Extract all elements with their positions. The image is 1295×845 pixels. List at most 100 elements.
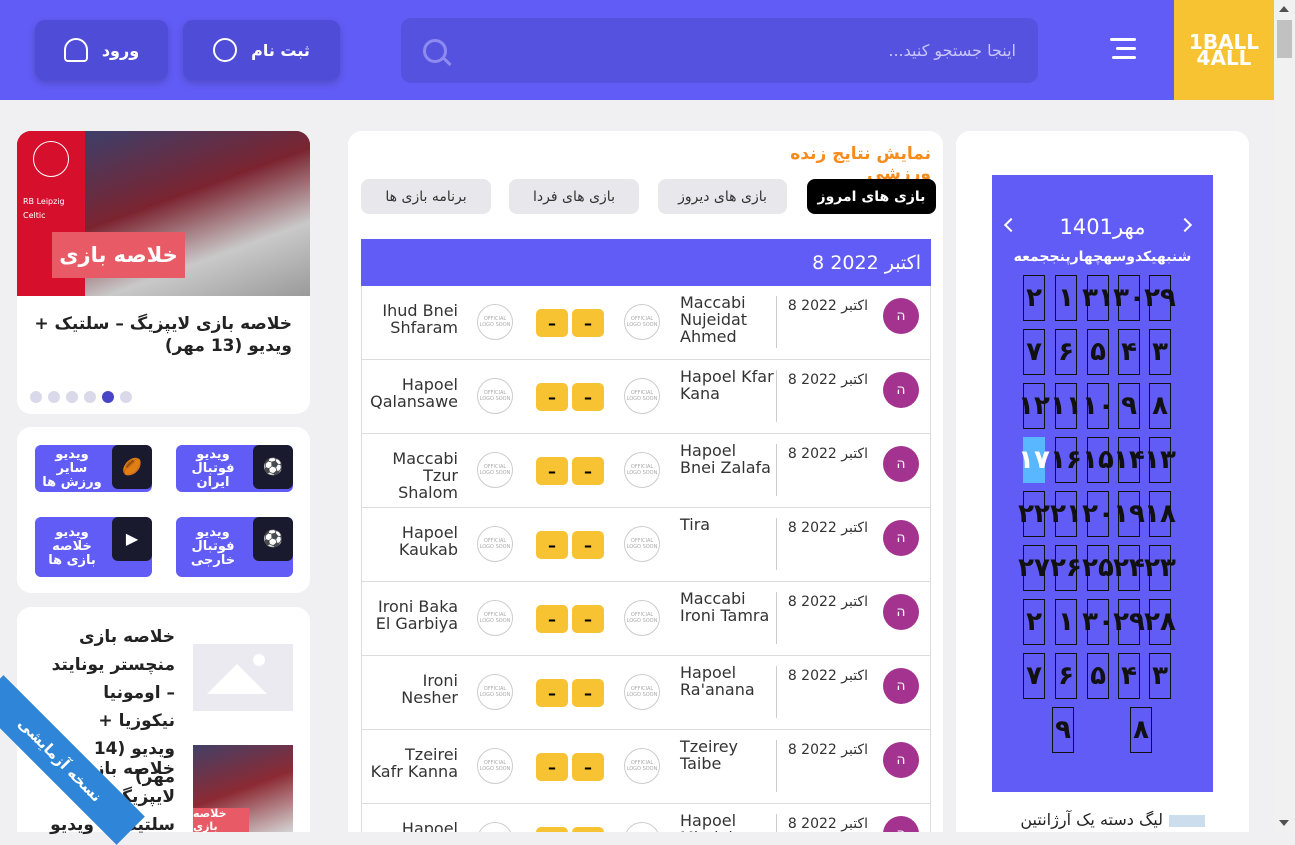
match-date: 8 اکتبر 2022 xyxy=(787,446,868,462)
search-icon[interactable] xyxy=(423,38,447,63)
football-icon: ⚽ xyxy=(253,517,293,561)
smile-plus-icon xyxy=(213,38,238,62)
slide-caption[interactable]: خلاصه بازی لایپزیگ – سلتیک + ویدیو (13 م… xyxy=(30,313,292,357)
match-row[interactable]: ה 8 اکتبر 2022 Tira OFFICIAL LOGO SOON –… xyxy=(362,508,930,582)
slider-dot[interactable] xyxy=(102,391,114,403)
calendar-day[interactable]: ۱ xyxy=(1055,599,1077,645)
results-title: نمایش نتایج زنده ورزشی xyxy=(790,144,931,184)
calendar-day[interactable]: ۲۹ xyxy=(1113,599,1145,645)
calendar-day[interactable]: ۱۰ xyxy=(1082,383,1114,429)
calendar-day[interactable]: ۲۰ xyxy=(1082,491,1114,537)
calendar-day[interactable]: ۸ xyxy=(1149,383,1171,429)
calendar-day[interactable]: ۲۶ xyxy=(1050,545,1082,591)
calendar-day[interactable]: ۹ xyxy=(1118,383,1140,429)
calendar-day[interactable]: ۷ xyxy=(1023,653,1045,699)
tab-yesterday[interactable]: بازی های دیروز xyxy=(658,179,787,214)
match-row[interactable]: ה 8 اکتبر 2022 Maccabi Ironi Tamra OFFIC… xyxy=(362,582,930,656)
calendar-day[interactable]: ۱۳ xyxy=(1144,437,1176,483)
calendar-day[interactable]: ۴ xyxy=(1118,653,1140,699)
slider-dot[interactable] xyxy=(66,391,78,403)
calendar-day[interactable]: ۳۰ xyxy=(1113,275,1145,321)
tab-tomorrow[interactable]: بازی های فردا xyxy=(509,179,639,214)
calendar-day[interactable]: ۲ xyxy=(1023,599,1045,645)
league-logo-icon xyxy=(1169,814,1205,827)
calendar-day[interactable]: ۷ xyxy=(1023,329,1045,375)
calendar-day[interactable]: ۱۷ xyxy=(1018,437,1050,483)
news-thumb-tag: خلاصه بازی xyxy=(193,807,249,833)
calendar-day[interactable]: ۵ xyxy=(1087,653,1109,699)
calendar-day[interactable]: ۹ xyxy=(1052,707,1074,753)
match-row[interactable]: ה 8 اکتبر 2022 Maccabi Nujeidat Ahmed OF… xyxy=(362,286,930,360)
calendar-day[interactable]: ۲۲ xyxy=(1018,491,1050,537)
scroll-down-icon[interactable] xyxy=(1279,820,1289,826)
row-divider xyxy=(776,444,777,496)
login-button[interactable]: ورود xyxy=(35,20,168,80)
match-row[interactable]: ה 8 اکتبر 2022 Tzeirey Taibe OFFICIAL LO… xyxy=(362,730,930,804)
calendar-day[interactable]: ۱۸ xyxy=(1144,491,1176,537)
home-score: – xyxy=(572,309,604,337)
calendar-day[interactable]: ۱۶ xyxy=(1050,437,1082,483)
calendar-day[interactable]: ۳۰ xyxy=(1082,599,1114,645)
ucl-logo-icon xyxy=(33,141,69,177)
scroll-thumb[interactable] xyxy=(1277,20,1292,58)
row-divider xyxy=(776,666,777,718)
video-category-button[interactable]: 🏉 ویدیو سایر ورزش ها xyxy=(35,445,152,492)
home-team-logo-icon: OFFICIAL LOGO SOON xyxy=(624,452,660,488)
video-category-button[interactable]: ⚽ ویدیو فوتبال خارجی xyxy=(176,517,293,577)
match-row[interactable]: ה 8 اکتبر 2022 Hapoel Bnei Zalafa OFFICI… xyxy=(362,434,930,508)
slider-dot[interactable] xyxy=(120,391,132,403)
match-date: 8 اکتبر 2022 xyxy=(787,816,868,832)
slider-dot[interactable] xyxy=(30,391,42,403)
calendar-day[interactable]: ۲۹ xyxy=(1144,275,1176,321)
calendar-day[interactable]: ۵ xyxy=(1087,329,1109,375)
calendar: 1401مهر شنبهیکدوسهچهارپنججمعه ۲۹ ۳۰ ۳۱ ۱ ۲ ۳ ۴… xyxy=(992,175,1213,792)
league-logo-icon: ה xyxy=(883,298,919,334)
match-date: 8 اکتبر 2022 xyxy=(787,742,868,758)
slider-image[interactable]: RB Leipzig Celtic خلاصه بازی xyxy=(17,131,310,296)
calendar-day[interactable]: ۳ xyxy=(1149,653,1171,699)
home-team-logo-icon: OFFICIAL LOGO SOON xyxy=(624,674,660,710)
match-row[interactable]: ה 8 اکتبر 2022 Hapoel Ra'anana OFFICIAL … xyxy=(362,656,930,730)
calendar-day[interactable]: ۱ xyxy=(1055,275,1077,321)
home-score: – xyxy=(572,605,604,633)
calendar-day[interactable]: ۲۳ xyxy=(1144,545,1176,591)
calendar-day[interactable]: ۶ xyxy=(1055,329,1077,375)
calendar-day[interactable]: ۱۲ xyxy=(1018,383,1050,429)
calendar-day[interactable]: ۲۱ xyxy=(1050,491,1082,537)
calendar-day[interactable]: ۱۹ xyxy=(1113,491,1145,537)
calendar-day[interactable]: ۲۷ xyxy=(1018,545,1050,591)
calendar-day[interactable]: ۲۵ xyxy=(1082,545,1114,591)
calendar-day[interactable]: ۲ xyxy=(1023,275,1045,321)
home-team: Maccabi Ironi Tamra xyxy=(680,589,770,625)
news-thumb-placeholder-icon[interactable] xyxy=(193,644,293,711)
tab-today[interactable]: بازی های امروز xyxy=(807,179,936,214)
search-input[interactable]: اینجا جستجو کنید... xyxy=(401,18,1038,83)
register-button[interactable]: ثبت نام xyxy=(183,20,340,80)
hamburger-menu-icon[interactable] xyxy=(1110,38,1138,62)
scroll-up-icon[interactable] xyxy=(1279,6,1289,12)
slider-dot[interactable] xyxy=(48,391,60,403)
tab-schedule[interactable]: برنامه بازی ها xyxy=(361,179,491,214)
match-row[interactable]: ה 8 اکتبر 2022 Hapoel Kfar Kana OFFICIAL… xyxy=(362,360,930,434)
home-team: Hapoel Bnei Zalafa xyxy=(680,441,771,477)
calendar-day[interactable]: ۱۵ xyxy=(1082,437,1114,483)
calendar-day[interactable]: ۳۱ xyxy=(1082,275,1114,321)
slider-dots[interactable] xyxy=(30,391,132,403)
match-row[interactable]: ה 8 اکتبر 2022 Hapoel Migdal OFFICIAL LO… xyxy=(362,804,930,832)
league-item[interactable]: لیگ دسته یک آرژانتین xyxy=(1005,810,1205,829)
site-logo[interactable]: 1BALL 4ALL xyxy=(1174,0,1274,100)
calendar-day[interactable]: ۶ xyxy=(1055,653,1077,699)
calendar-day[interactable]: ۸ xyxy=(1130,707,1152,753)
slider-dot[interactable] xyxy=(84,391,96,403)
calendar-day[interactable]: ۲۴ xyxy=(1113,545,1145,591)
home-team-logo-icon: OFFICIAL LOGO SOON xyxy=(624,304,660,340)
video-category-button[interactable]: ▶ ویدیو خلاصه بازی ها xyxy=(35,517,152,577)
calendar-day[interactable]: ۱۱ xyxy=(1050,383,1082,429)
scrollbar[interactable] xyxy=(1274,0,1295,832)
news-thumb-2[interactable]: خلاصه بازی xyxy=(193,745,293,833)
calendar-day[interactable]: ۱۴ xyxy=(1113,437,1145,483)
calendar-day[interactable]: ۲۸ xyxy=(1144,599,1176,645)
video-category-button[interactable]: ⚽ ویدیو فوتبال ایران xyxy=(176,445,293,492)
calendar-day[interactable]: ۳ xyxy=(1149,329,1171,375)
calendar-day[interactable]: ۴ xyxy=(1118,329,1140,375)
